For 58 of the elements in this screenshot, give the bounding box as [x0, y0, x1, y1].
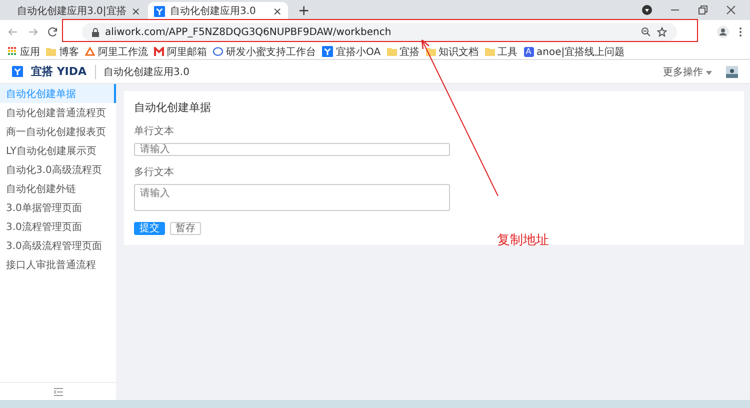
- extension-icon[interactable]: [642, 5, 652, 15]
- bookmark-link[interactable]: 知识文档: [438, 44, 479, 58]
- field-label: 单行文本: [134, 124, 175, 138]
- collapse-icon[interactable]: [54, 388, 62, 396]
- more-actions-button[interactable]: 更多操作: [656, 64, 718, 80]
- bookmark-link[interactable]: 宜搭小OA: [336, 44, 381, 58]
- mail-logo-icon: [154, 47, 164, 56]
- sidebar-item[interactable]: 自动化创建外链: [0, 179, 116, 198]
- sidebar-item[interactable]: LY自动化创建展示页: [0, 141, 116, 160]
- tab-title: 自动化创建应用3.0|宜搭: [17, 4, 126, 18]
- bookmark-link[interactable]: 研发小蜜支持工作台: [226, 44, 316, 58]
- form-title: 自动化创建单据: [134, 100, 212, 115]
- flow-logo-icon: [85, 47, 95, 56]
- save-draft-button[interactable]: 暂存: [170, 222, 201, 235]
- address-field[interactable]: aliwork.com/APP_F5NZ8DQG3Q6NUPBF9DAW/workbench: [82, 23, 677, 41]
- text-input[interactable]: 请输入: [134, 143, 450, 156]
- reload-icon[interactable]: [48, 27, 58, 37]
- annotation-text: 复制地址: [497, 232, 549, 249]
- bookmark-link[interactable]: 工具: [498, 44, 518, 58]
- app-logo-icon: [12, 66, 23, 77]
- text-area[interactable]: 请输入: [134, 184, 450, 211]
- restore-icon[interactable]: [698, 5, 708, 15]
- tab-close[interactable]: ×: [272, 4, 282, 18]
- app-name: 自动化创建应用3.0: [94, 64, 190, 78]
- folder-icon: [386, 47, 397, 56]
- caret-icon: [706, 70, 712, 74]
- sidebar-item[interactable]: 3.0流程管理页面: [0, 217, 116, 236]
- sidebar-item[interactable]: 3.0高级流程管理页面: [0, 236, 116, 255]
- bookmark-link[interactable]: 阿里工作流: [98, 44, 148, 58]
- apps-grid-icon: [8, 47, 17, 56]
- profile-icon[interactable]: [717, 26, 729, 38]
- app-logo-icon: [154, 6, 165, 16]
- new-tab-button[interactable]: +: [290, 2, 318, 20]
- sidebar-item[interactable]: 自动化3.0高级流程页: [0, 160, 116, 179]
- app-logo-text: 宜搭 YIDA: [31, 64, 87, 79]
- close-icon[interactable]: [726, 5, 736, 15]
- folder-icon: [46, 47, 56, 56]
- bookmark-link[interactable]: 阿里邮箱: [167, 44, 207, 58]
- browser-tab[interactable]: 自动化创建应用3.0|宜搭 ×: [6, 2, 146, 20]
- field-label: 多行文本: [134, 166, 175, 179]
- browser-tab[interactable]: 自动化创建应用3.0 ×: [148, 2, 288, 20]
- bookmark-link[interactable]: 应用: [20, 44, 40, 58]
- zoom-icon[interactable]: [641, 27, 651, 37]
- bookmark-link[interactable]: anoe|宜搭线上问题: [536, 44, 625, 58]
- tab-close[interactable]: ×: [131, 4, 140, 18]
- sidebar-item[interactable]: 自动化创建普通流程页: [0, 103, 116, 122]
- star-icon[interactable]: [657, 27, 667, 37]
- sidebar-item[interactable]: 商一自动化创建报表页: [0, 122, 116, 141]
- chat-bubble-icon: [213, 47, 223, 56]
- menu-icon[interactable]: [739, 27, 742, 37]
- tab-title: 自动化创建应用3.0: [170, 4, 257, 18]
- folder-icon: [484, 47, 495, 56]
- bookmark-badge: A: [524, 46, 534, 56]
- bookmark-link[interactable]: 宜搭: [400, 44, 420, 58]
- sidebar-item[interactable]: 3.0单据管理页面: [0, 198, 116, 217]
- lock-icon: [92, 28, 99, 36]
- bookmark-link[interactable]: 博客: [59, 44, 79, 58]
- sidebar-item[interactable]: 接口人审批普通流程: [0, 255, 116, 274]
